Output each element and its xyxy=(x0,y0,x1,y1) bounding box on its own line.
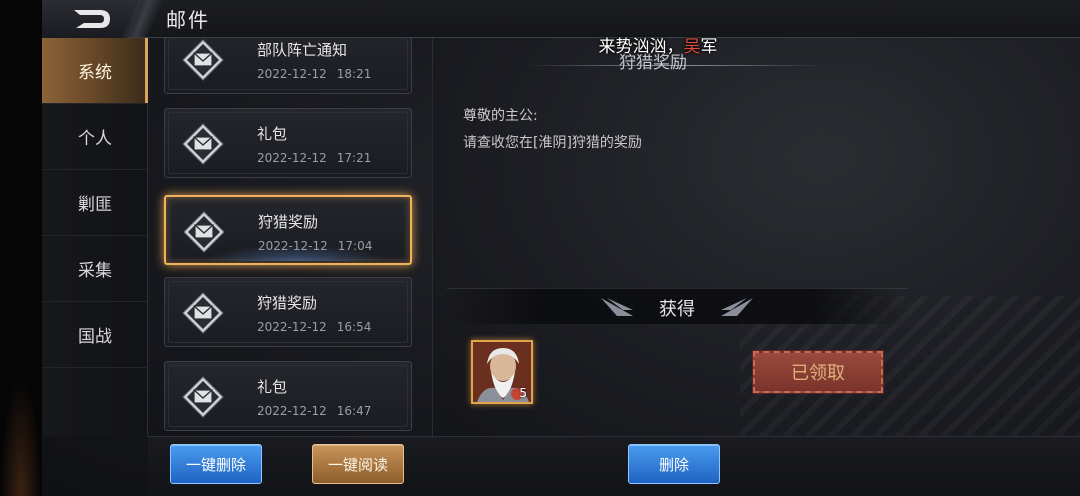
mail-date: 2022-12-12 xyxy=(257,404,327,418)
mail-title: 礼包 xyxy=(257,378,288,396)
tab-national-war[interactable]: 国战 xyxy=(42,302,148,368)
mail-title: 部队阵亡通知 xyxy=(257,41,348,59)
tab-bandits[interactable]: 剿匪 xyxy=(42,170,148,236)
scrolling-announcement: 来势汹汹，吴军 xyxy=(583,32,733,57)
obtain-label: 获得 xyxy=(659,299,695,320)
mail-timestamp: 2022-12-12 17:21 xyxy=(257,151,371,165)
page-title: 邮件 xyxy=(166,8,210,32)
tab-personal[interactable]: 个人 xyxy=(42,104,148,170)
mail-clock: 16:54 xyxy=(336,320,372,334)
tab-gather[interactable]: 采集 xyxy=(42,236,148,302)
mail-item-selected[interactable]: 狩猎奖励 2022-12-12 17:04 xyxy=(164,195,412,265)
mail-greeting: 尊敬的主公: xyxy=(463,108,538,124)
mail-item[interactable]: 礼包 2022-12-12 16:47 xyxy=(164,361,412,431)
mail-timestamp: 2022-12-12 16:47 xyxy=(257,404,371,418)
mail-envelope-icon xyxy=(183,211,225,253)
mail-envelope-icon xyxy=(182,376,224,418)
mail-date: 2022-12-12 xyxy=(257,320,327,334)
mail-item[interactable]: 狩猎奖励 2022-12-12 16:54 xyxy=(164,277,412,347)
bottom-action-bar xyxy=(148,436,1080,496)
mail-timestamp: 2022-12-12 16:54 xyxy=(257,320,371,334)
mail-detail-panel: 狩猎奖励 来势汹汹，吴军 尊敬的主公: 请查收您在[淮阴]狩猎的奖励 获得 5 xyxy=(432,37,1080,436)
read-all-button[interactable]: 一键阅读 xyxy=(312,444,404,484)
delete-all-button[interactable]: 一键删除 xyxy=(170,444,262,484)
claimed-stamp: 已领取 xyxy=(752,350,884,394)
mail-title: 狩猎奖励 xyxy=(257,294,318,312)
mail-envelope-icon xyxy=(182,123,224,165)
mail-clock: 17:21 xyxy=(336,151,372,165)
mail-clock: 17:04 xyxy=(337,239,373,253)
mail-clock: 16:47 xyxy=(336,404,372,418)
mail-item[interactable]: 部队阵亡通知 2022-12-12 18:21 xyxy=(164,38,412,94)
announcement-highlight: 吴 xyxy=(683,37,701,57)
reward-count: 5 xyxy=(519,386,527,400)
mail-date: 2022-12-12 xyxy=(258,239,328,253)
mail-clock: 18:21 xyxy=(336,67,372,81)
mail-list[interactable]: 部队阵亡通知 2022-12-12 18:21 礼包 2022-12-12 17:2… xyxy=(150,38,430,436)
announcement-text: 来势汹汹， xyxy=(598,37,684,57)
obtain-section-header: 获得 xyxy=(447,288,907,324)
mail-timestamp: 2022-12-12 18:21 xyxy=(257,67,371,81)
mail-body: 请查收您在[淮阴]狩猎的奖励 xyxy=(463,135,642,151)
tab-system[interactable]: 系统 xyxy=(42,38,148,104)
mail-timestamp: 2022-12-12 17:04 xyxy=(258,239,372,253)
reward-item[interactable]: 5 xyxy=(471,340,533,404)
mail-screen: 邮件 系统 个人 剿匪 采集 国战 部队阵亡通知 2022-12-12 18:21 xyxy=(0,0,1080,496)
mail-date: 2022-12-12 xyxy=(257,151,327,165)
mail-envelope-icon xyxy=(182,292,224,334)
back-arrow-icon xyxy=(74,10,110,28)
category-sidebar: 系统 个人 剿匪 采集 国战 xyxy=(42,38,148,436)
mail-date: 2022-12-12 xyxy=(257,67,327,81)
mail-item[interactable]: 礼包 2022-12-12 17:21 xyxy=(164,108,412,178)
announcement-text-end: 军 xyxy=(700,37,718,57)
mail-envelope-icon xyxy=(182,39,224,81)
left-edge-decoration xyxy=(0,0,42,496)
delete-button[interactable]: 删除 xyxy=(628,444,720,484)
mail-title: 狩猎奖励 xyxy=(258,213,319,231)
right-wing-ornament-icon xyxy=(721,298,753,316)
mail-title: 礼包 xyxy=(257,125,288,143)
